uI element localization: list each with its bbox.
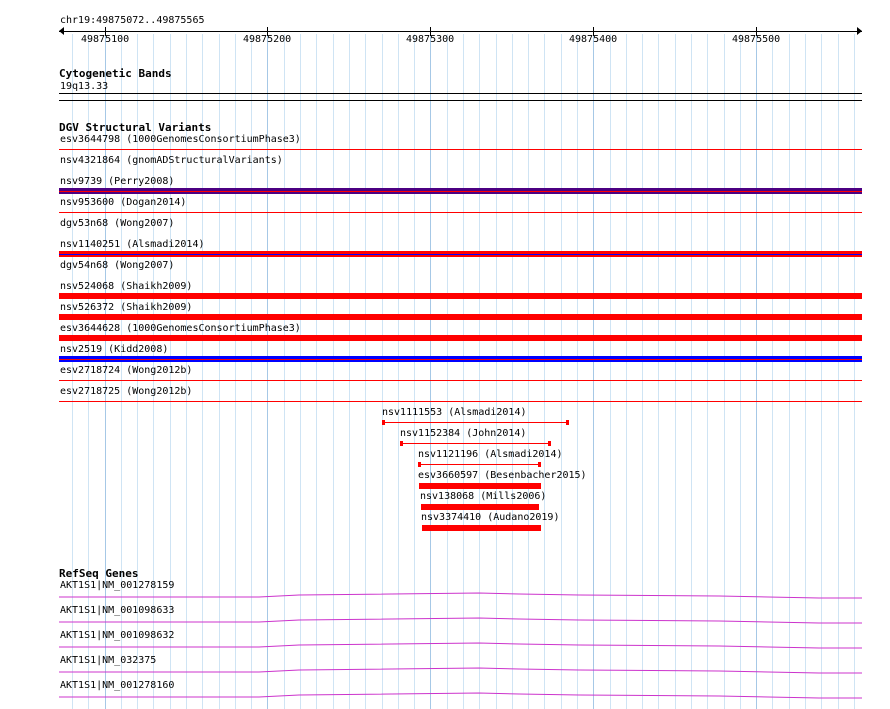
dgv-feature-label[interactable]: nsv953600 (Dogan2014) <box>60 197 186 209</box>
refseq-transcript[interactable] <box>59 665 862 675</box>
dgv-feature-line[interactable] <box>59 380 862 381</box>
dgv-stacked-label[interactable]: nsv1152384 (John2014) <box>400 428 526 440</box>
ruler-arrow-left <box>59 27 64 35</box>
ruler-axis <box>59 31 862 32</box>
dgv-feature-label[interactable]: esv2718725 (Wong2012b) <box>60 386 192 398</box>
dgv-feature-line[interactable] <box>59 254 862 255</box>
dgv-feature-label[interactable]: dgv54n68 (Wong2007) <box>60 260 174 272</box>
ruler-tick-label: 49875500 <box>732 34 781 45</box>
dgv-feature-line[interactable] <box>59 212 862 213</box>
dgv-feature-label[interactable]: nsv526372 (Shaikh2009) <box>60 302 192 314</box>
refseq-transcript[interactable] <box>59 690 862 700</box>
dgv-stacked-whisker[interactable] <box>419 464 539 465</box>
dgv-feature-line[interactable] <box>59 149 862 150</box>
cytoband-line <box>59 93 862 94</box>
dgv-feature-label[interactable]: esv3644628 (1000GenomesConsortiumPhase3) <box>60 323 301 335</box>
dgv-stacked-bar[interactable] <box>421 504 539 510</box>
dgv-stacked-whisker-cap <box>566 420 569 425</box>
dgv-stacked-whisker-cap <box>418 462 421 467</box>
dgv-stacked-label[interactable]: nsv1121196 (Alsmadi2014) <box>418 449 563 461</box>
dgv-feature-label[interactable]: dgv53n68 (Wong2007) <box>60 218 174 230</box>
dgv-stacked-bar[interactable] <box>419 483 541 489</box>
dgv-stacked-bar[interactable] <box>422 525 541 531</box>
dgv-track-title: DGV Structural Variants <box>59 121 212 134</box>
dgv-stacked-whisker-cap <box>400 441 403 446</box>
dgv-feature-line[interactable] <box>59 359 862 360</box>
ruler-arrow-right <box>857 27 862 35</box>
dgv-feature-bar[interactable] <box>59 314 862 320</box>
dgv-feature-line[interactable] <box>59 401 862 402</box>
dgv-stacked-label[interactable]: nsv138068 (Mills2006) <box>420 491 546 503</box>
dgv-feature-label[interactable]: nsv9739 (Perry2008) <box>60 176 174 188</box>
dgv-feature-label[interactable]: nsv524068 (Shaikh2009) <box>60 281 192 293</box>
dgv-feature-label[interactable]: esv3644798 (1000GenomesConsortiumPhase3) <box>60 134 301 146</box>
dgv-stacked-whisker-cap <box>538 462 541 467</box>
dgv-stacked-whisker-cap <box>382 420 385 425</box>
ruler-tick-label: 49875300 <box>406 34 455 45</box>
dgv-feature-label[interactable]: nsv2519 (Kidd2008) <box>60 344 168 356</box>
dgv-feature-bar[interactable] <box>59 293 862 299</box>
refseq-transcript[interactable] <box>59 590 862 600</box>
track-separator <box>59 100 862 101</box>
ruler-tick-label: 49875200 <box>243 34 292 45</box>
cytoband-label: 19q13.33 <box>60 81 109 92</box>
dgv-stacked-whisker-cap <box>548 441 551 446</box>
dgv-stacked-label[interactable]: nsv3374410 (Audano2019) <box>421 512 559 524</box>
ruler-range-label: chr19:49875072..49875565 <box>60 15 205 26</box>
refseq-transcript[interactable] <box>59 640 862 650</box>
dgv-feature-label[interactable]: nsv1140251 (Alsmadi2014) <box>60 239 205 251</box>
ruler-tick-label: 49875100 <box>81 34 130 45</box>
dgv-feature-bar[interactable] <box>59 335 862 341</box>
dgv-feature-line[interactable] <box>59 191 862 192</box>
dgv-stacked-whisker[interactable] <box>401 443 549 444</box>
ruler-tick-label: 49875400 <box>569 34 618 45</box>
dgv-feature-label[interactable]: nsv4321864 (gnomADStructuralVariants) <box>60 155 283 167</box>
cytoband-track-title: Cytogenetic Bands <box>59 67 172 80</box>
dgv-feature-label[interactable]: esv2718724 (Wong2012b) <box>60 365 192 377</box>
refseq-transcript[interactable] <box>59 615 862 625</box>
dgv-stacked-label[interactable]: nsv1111553 (Alsmadi2014) <box>382 407 527 419</box>
dgv-stacked-label[interactable]: esv3660597 (Besenbacher2015) <box>418 470 587 482</box>
refseq-track-title: RefSeq Genes <box>59 567 139 580</box>
dgv-stacked-whisker[interactable] <box>383 422 567 423</box>
